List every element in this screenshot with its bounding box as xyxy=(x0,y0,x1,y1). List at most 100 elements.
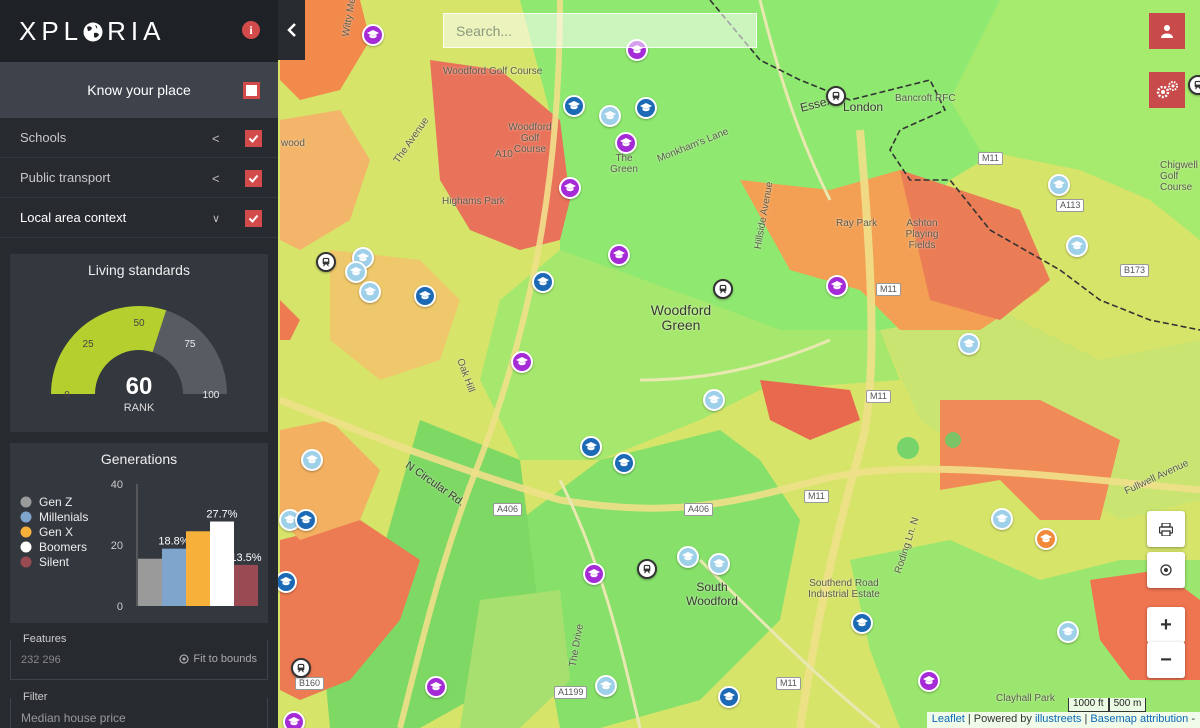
school-marker[interactable] xyxy=(532,271,554,293)
school-marker[interactable] xyxy=(1066,235,1088,257)
school-marker[interactable] xyxy=(918,670,940,692)
school-marker[interactable] xyxy=(635,97,657,119)
school-marker[interactable] xyxy=(295,509,317,531)
graduation-cap-icon xyxy=(537,277,549,286)
graduation-cap-icon xyxy=(1040,534,1052,543)
y-tick-label: 40 xyxy=(111,479,123,491)
map-label-bancroft: Bancroft RFC xyxy=(895,93,956,104)
powered-by-text: | Powered by xyxy=(967,713,1032,725)
locate-icon xyxy=(1160,564,1172,576)
legend-label: Gen X xyxy=(39,525,73,539)
school-marker[interactable] xyxy=(362,24,384,46)
school-marker[interactable] xyxy=(301,449,323,471)
map-label-ray-park: Ray Park xyxy=(836,218,878,229)
map-label-southend-estate: Southend Road Industrial Estate xyxy=(808,578,880,600)
fit-to-bounds-label: Fit to bounds xyxy=(193,653,257,665)
school-marker[interactable] xyxy=(595,675,617,697)
school-marker[interactable] xyxy=(718,686,740,708)
zoom-in-button[interactable]: + xyxy=(1147,607,1185,643)
map-label-london: London xyxy=(843,100,884,114)
fit-to-bounds-button[interactable]: Fit to bounds xyxy=(179,653,257,665)
info-icon[interactable]: i xyxy=(242,21,260,39)
graduation-cap-icon xyxy=(300,515,312,524)
school-marker[interactable] xyxy=(599,105,621,127)
scale-bar: 1000 ft 500 m xyxy=(1068,698,1147,712)
graduation-cap-icon xyxy=(831,281,843,290)
map-label-highams-park: Highams Park xyxy=(442,196,505,207)
school-marker[interactable] xyxy=(283,711,305,728)
graduation-cap-icon xyxy=(963,339,975,348)
train-station-marker[interactable] xyxy=(316,252,336,272)
train-icon xyxy=(322,257,330,267)
road-shield: B160 xyxy=(295,677,325,690)
school-marker[interactable] xyxy=(425,676,447,698)
collapse-sidebar-button[interactable] xyxy=(278,0,305,60)
train-station-marker[interactable] xyxy=(713,279,733,299)
school-marker[interactable] xyxy=(703,389,725,411)
school-marker[interactable] xyxy=(414,285,436,307)
know-your-place-row[interactable]: Know your place xyxy=(0,62,278,118)
graduation-cap-icon xyxy=(708,395,720,404)
train-station-marker[interactable] xyxy=(291,658,311,678)
school-marker[interactable] xyxy=(1035,528,1057,550)
chevron-left-icon[interactable]: < xyxy=(212,131,220,146)
school-marker[interactable] xyxy=(677,546,699,568)
graduation-cap-icon xyxy=(996,514,1008,523)
train-station-marker[interactable] xyxy=(826,86,846,106)
school-marker[interactable] xyxy=(826,275,848,297)
graduation-cap-icon xyxy=(419,291,431,300)
school-marker[interactable] xyxy=(275,571,297,593)
map-label-woodford-golf-2: Woodford Golf Course xyxy=(508,122,552,155)
leaflet-link[interactable]: Leaflet xyxy=(932,713,965,725)
user-button[interactable] xyxy=(1149,13,1185,49)
zoom-out-button[interactable]: − xyxy=(1147,642,1185,678)
basemap-attribution-link[interactable]: Basemap attribution xyxy=(1090,713,1188,725)
school-marker[interactable] xyxy=(583,563,605,585)
locate-button[interactable] xyxy=(1147,552,1185,588)
school-marker[interactable] xyxy=(608,244,630,266)
layer-row-schools[interactable]: Schools < xyxy=(0,118,278,158)
illustreets-link[interactable]: illustreets xyxy=(1035,713,1081,725)
layer-checkbox-local-area-context[interactable] xyxy=(245,210,262,227)
print-button[interactable] xyxy=(1147,511,1185,547)
school-marker[interactable] xyxy=(580,436,602,458)
chevron-down-icon[interactable]: ∨ xyxy=(212,212,220,225)
chevron-left-icon[interactable]: < xyxy=(212,171,220,186)
layer-checkbox-schools[interactable] xyxy=(245,130,262,147)
school-marker[interactable] xyxy=(563,95,585,117)
school-marker[interactable] xyxy=(613,452,635,474)
school-marker[interactable] xyxy=(615,132,637,154)
layer-row-local-area-context[interactable]: Local area context ∨ xyxy=(0,198,278,238)
map-attribution: Leaflet | Powered by illustreets | Basem… xyxy=(926,712,1200,728)
bar-millenials xyxy=(162,548,186,606)
school-marker[interactable] xyxy=(359,281,381,303)
graduation-cap-icon xyxy=(604,111,616,120)
school-marker[interactable] xyxy=(991,508,1013,530)
bar-gen-x xyxy=(186,531,210,606)
school-marker[interactable] xyxy=(958,333,980,355)
school-marker[interactable] xyxy=(1048,174,1070,196)
settings-button[interactable] xyxy=(1149,72,1185,108)
filter-value[interactable]: Median house price xyxy=(21,711,126,725)
bar-data-label: 13.5% xyxy=(230,552,261,564)
living-standards-title: Living standards xyxy=(88,262,190,278)
graduation-cap-icon xyxy=(723,692,735,701)
layer-row-public-transport[interactable]: Public transport < xyxy=(0,158,278,198)
school-marker[interactable] xyxy=(851,612,873,634)
school-marker[interactable] xyxy=(1057,621,1079,643)
layer-checkbox-public-transport[interactable] xyxy=(245,170,262,187)
legend-swatch xyxy=(20,526,32,538)
school-marker[interactable] xyxy=(708,553,730,575)
school-marker[interactable] xyxy=(345,261,367,283)
legend-label: Boomers xyxy=(39,540,87,554)
chevron-left-icon xyxy=(286,23,296,37)
y-tick-label: 20 xyxy=(111,540,123,552)
graduation-cap-icon xyxy=(600,681,612,690)
school-marker[interactable] xyxy=(511,351,533,373)
search-input[interactable] xyxy=(444,14,756,47)
train-station-marker[interactable] xyxy=(637,559,657,579)
school-marker[interactable] xyxy=(559,177,581,199)
globe-icon xyxy=(83,22,103,41)
know-your-place-checkbox[interactable] xyxy=(243,82,260,99)
train-icon xyxy=(297,663,305,673)
